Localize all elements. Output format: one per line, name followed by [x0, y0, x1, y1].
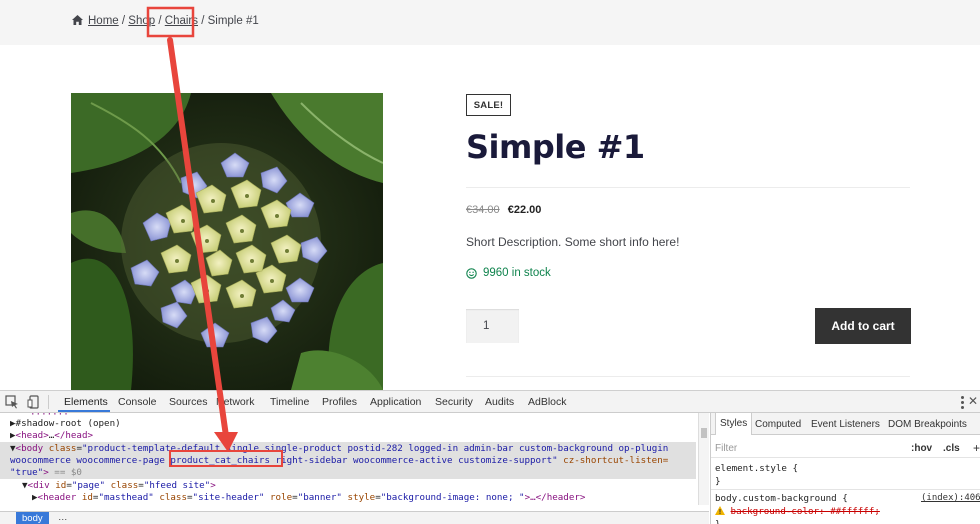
more-options-icon[interactable]: [961, 396, 964, 411]
tab-console[interactable]: Console: [118, 396, 157, 408]
dom-body-node[interactable]: ▼<body class="product-template-default s…: [10, 443, 668, 455]
tab-timeline[interactable]: Timeline: [270, 396, 309, 408]
breadcrumb-home-link[interactable]: Home: [88, 15, 119, 27]
sale-price: €22.00: [507, 204, 542, 216]
dom-scrollbar[interactable]: [698, 413, 709, 505]
active-tab-indicator: [58, 410, 110, 412]
rule-close: }: [715, 519, 721, 524]
inspect-element-icon[interactable]: [5, 395, 19, 409]
tab-dom-breakpoints[interactable]: DOM Breakpoints: [888, 419, 967, 430]
product-image[interactable]: [71, 93, 383, 390]
invalid-property[interactable]: background-color: ##ffffff;: [731, 506, 880, 517]
tab-computed[interactable]: Computed: [755, 419, 801, 430]
styles-divider: [711, 457, 980, 458]
stock-status: 9960 in stock: [466, 267, 551, 279]
styles-tabbar: Styles Computed Event Listeners DOM Brea…: [711, 413, 980, 435]
dom-tree: ······· ▶#shadow-root (open) ▶<head>…</h…: [0, 413, 698, 524]
tab-security[interactable]: Security: [435, 396, 473, 408]
dom-page-div[interactable]: ▼<div id="page" class="hfeed site">: [22, 480, 216, 492]
product-cat-class: product_cat_chairs: [170, 455, 270, 466]
dom-body-node-cont: woocommerce woocommerce-page product_cat…: [10, 455, 669, 466]
styles-pane: Styles Computed Event Listeners DOM Brea…: [710, 413, 980, 524]
styles-divider: [711, 489, 980, 490]
add-to-cart-button[interactable]: Add to cart: [815, 308, 911, 344]
close-icon[interactable]: ✕: [968, 394, 978, 408]
breadcrumb-bar: Home / Shop / Chairs / Simple #1: [0, 0, 980, 45]
tab-network[interactable]: Network: [216, 396, 255, 408]
product-price: €34.00 €22.00: [466, 204, 541, 216]
cls-toggle[interactable]: .cls: [943, 443, 960, 454]
tab-divider: [48, 395, 49, 409]
rule-source-link[interactable]: (index):406: [921, 493, 980, 503]
tab-styles[interactable]: Styles: [715, 413, 753, 435]
tab-profiles[interactable]: Profiles: [322, 396, 357, 408]
breadcrumb-category-link[interactable]: Chairs: [165, 15, 198, 27]
tab-adblock[interactable]: AdBlock: [528, 396, 567, 408]
home-icon: [72, 15, 83, 25]
rule-close: }: [715, 476, 721, 487]
devtools-node-breadcrumb: body …: [0, 511, 709, 524]
divider: [466, 376, 910, 377]
styles-filter-input[interactable]: Filter: [715, 443, 737, 454]
body-custom-background-rule[interactable]: body.custom-background {: [715, 493, 848, 504]
hov-toggle[interactable]: :hov: [911, 443, 932, 454]
tab-elements[interactable]: Elements: [64, 396, 108, 408]
smile-icon: [466, 267, 477, 279]
breadcrumb-body-chip[interactable]: body: [16, 512, 49, 524]
breadcrumb-current: Simple #1: [207, 15, 259, 27]
dom-head-node[interactable]: ▶<head>…</head>: [10, 430, 93, 442]
screenshot-root: Home / Shop / Chairs / Simple #1 SALE! S…: [0, 0, 980, 524]
warning-row: background-color: ##ffffff;: [715, 506, 880, 517]
devtools-tabbar: Elements Console Sources Network Timelin…: [0, 391, 980, 413]
breadcrumb-separator: /: [158, 15, 162, 27]
tab-application[interactable]: Application: [370, 396, 421, 408]
product-title: Simple #1: [466, 128, 645, 166]
tab-sources[interactable]: Sources: [169, 396, 208, 408]
tab-event-listeners[interactable]: Event Listeners: [811, 419, 880, 430]
tab-audits[interactable]: Audits: [485, 396, 514, 408]
breadcrumb-more[interactable]: …: [58, 512, 68, 524]
warning-icon: [715, 506, 725, 515]
stock-text: 9960 in stock: [483, 267, 551, 279]
dom-header-node[interactable]: ▶<header id="masthead" class="site-heade…: [32, 492, 585, 504]
dom-body-node-end: "true"> == $0: [10, 467, 82, 478]
divider: [466, 187, 910, 188]
breadcrumb-separator: /: [121, 15, 126, 27]
element-style-rule[interactable]: element.style {: [715, 463, 798, 474]
quantity-input[interactable]: [466, 309, 519, 343]
hydrangea-photo: [71, 93, 383, 390]
device-mode-icon[interactable]: [27, 395, 41, 409]
dom-shadow-root[interactable]: ▶#shadow-root (open): [10, 418, 121, 430]
breadcrumb: Home / Shop / Chairs / Simple #1: [72, 15, 259, 27]
add-rule-icon[interactable]: +: [973, 441, 980, 455]
breadcrumb-separator: /: [201, 15, 205, 27]
devtools-panel: Elements Console Sources Network Timelin…: [0, 390, 980, 524]
breadcrumb-shop-link[interactable]: Shop: [128, 15, 155, 27]
old-price: €34.00: [466, 204, 500, 216]
sale-badge: SALE!: [466, 94, 511, 116]
short-description: Short Description. Some short info here!: [466, 235, 680, 249]
